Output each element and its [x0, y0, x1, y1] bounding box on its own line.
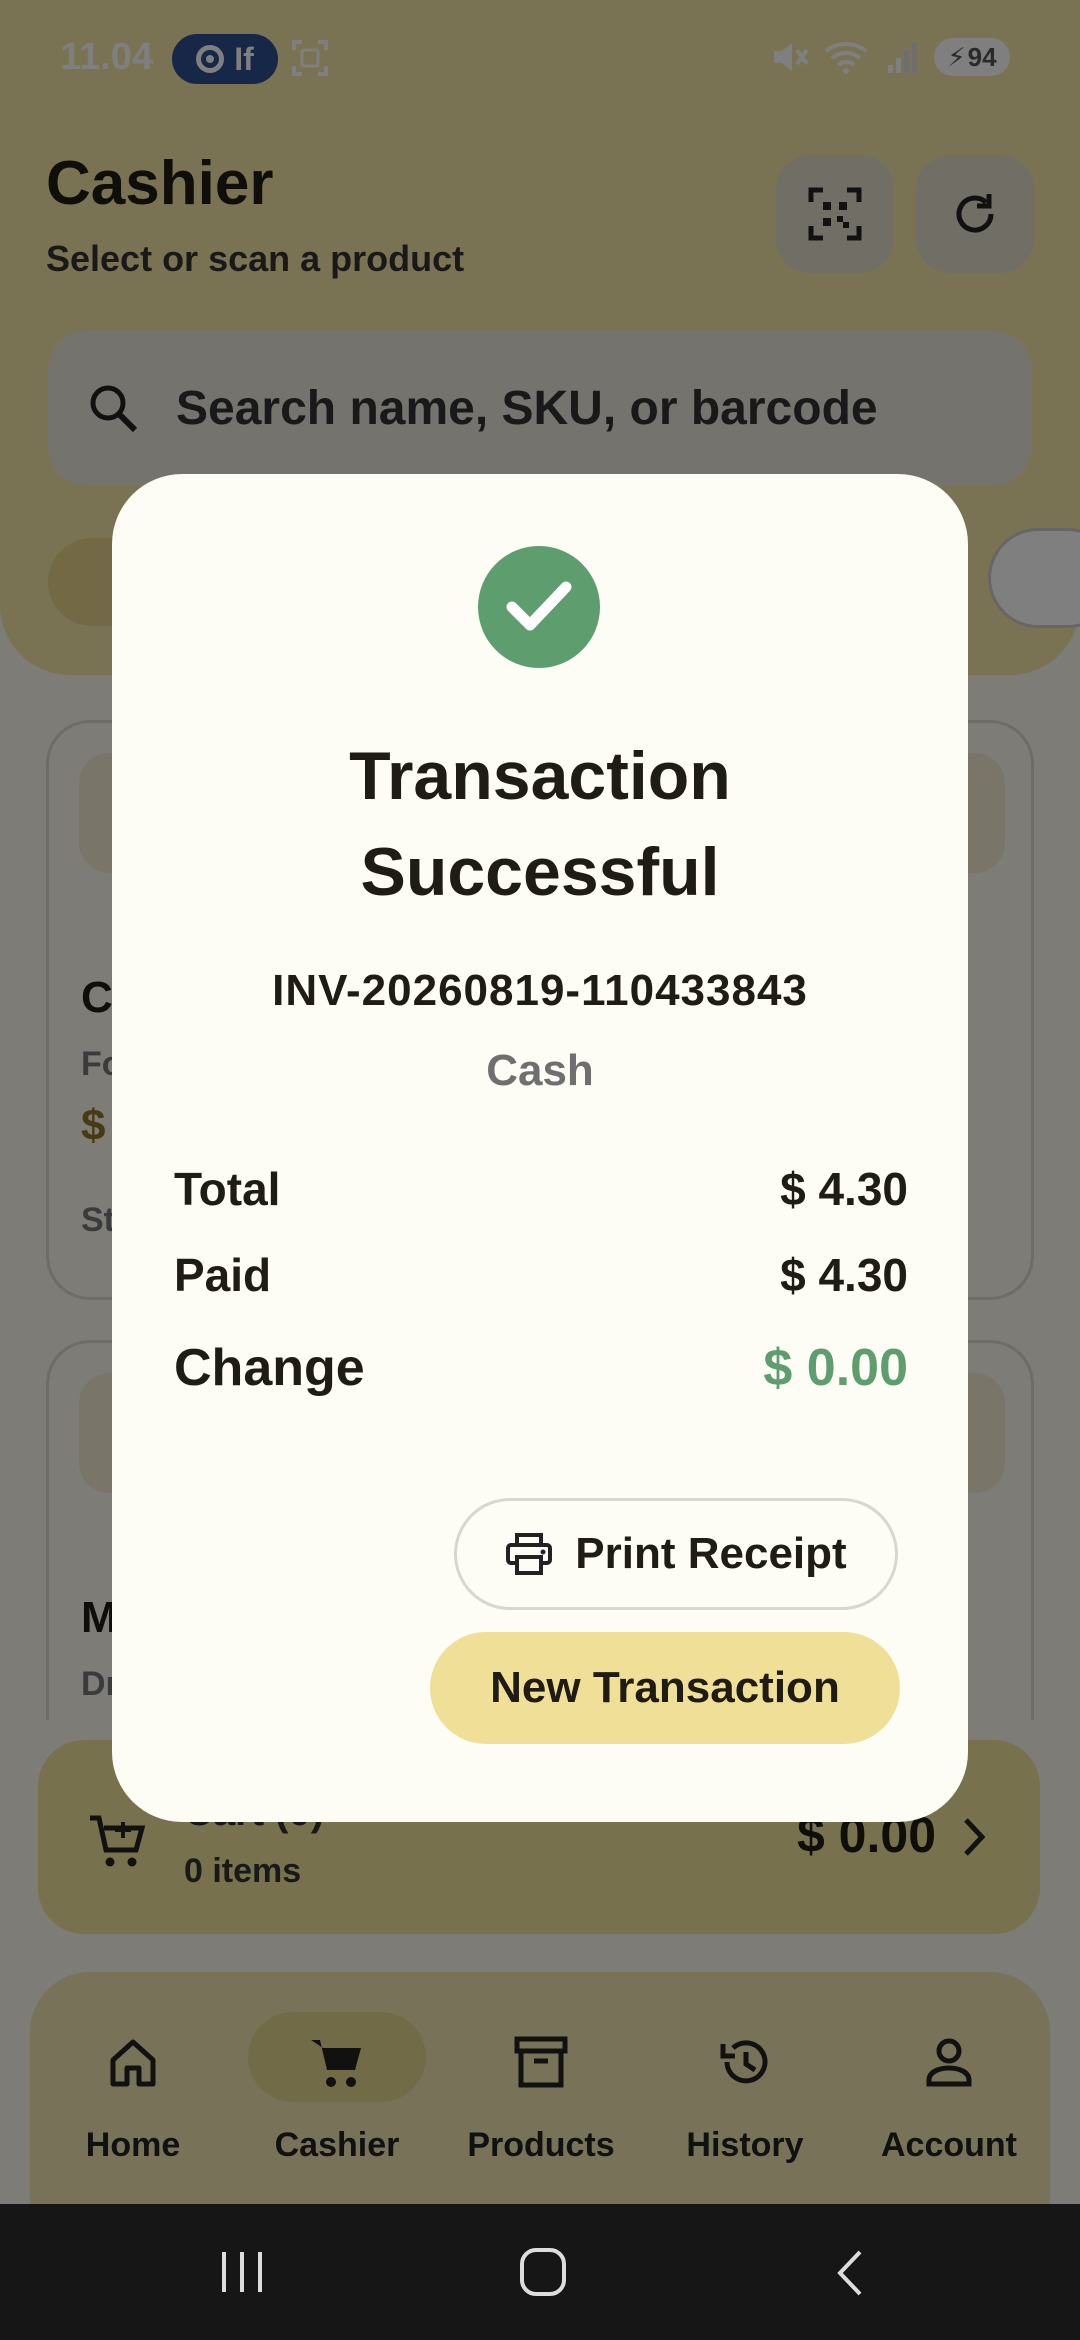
new-transaction-button[interactable]: New Transaction	[430, 1632, 900, 1744]
print-receipt-label: Print Receipt	[575, 1529, 847, 1578]
change-label: Change	[174, 1339, 365, 1397]
system-navigation-bar	[0, 2204, 1080, 2340]
transaction-success-dialog: Transaction Successful INV-20260819-1104…	[112, 474, 968, 1822]
printer-icon	[506, 1533, 553, 1575]
invoice-number: INV-20260819-110433843	[272, 966, 808, 1015]
payment-method: Cash	[486, 1046, 594, 1095]
paid-label: Paid	[174, 1249, 272, 1301]
home-button-icon[interactable]	[518, 2246, 568, 2298]
dialog-title: Transaction Successful	[112, 728, 968, 920]
dialog-title-line2: Successful	[360, 834, 720, 910]
success-badge	[478, 546, 600, 668]
total-value: $ 4.30	[780, 1163, 908, 1215]
paid-value: $ 4.30	[780, 1249, 908, 1301]
recent-apps-icon[interactable]	[218, 2250, 266, 2294]
back-icon[interactable]	[830, 2248, 870, 2298]
total-label: Total	[174, 1163, 281, 1215]
check-icon	[506, 581, 572, 631]
print-receipt-button[interactable]: Print Receipt	[454, 1498, 898, 1610]
new-transaction-label: New Transaction	[490, 1663, 840, 1712]
change-value: $ 0.00	[763, 1339, 908, 1397]
dialog-title-line1: Transaction	[349, 738, 731, 814]
